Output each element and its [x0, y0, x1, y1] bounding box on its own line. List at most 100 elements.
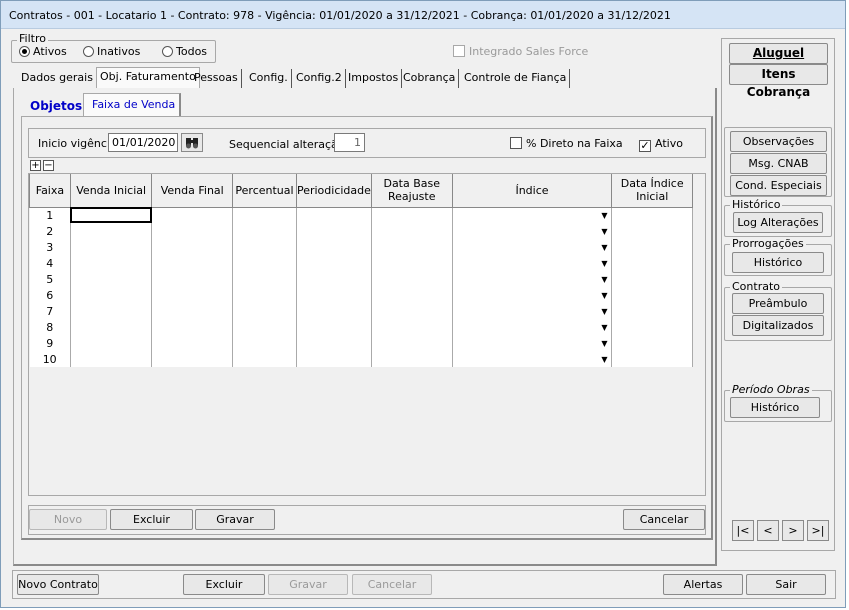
col-data-base-reajuste[interactable]: Data Base Reajuste — [370, 174, 453, 208]
tab-obj-faturamento[interactable]: Obj. Faturamento — [96, 67, 200, 89]
dropdown-arrow-icon[interactable]: ▼ — [597, 208, 611, 222]
grid-cell[interactable] — [70, 271, 153, 287]
grid-cell[interactable] — [296, 255, 372, 271]
tab-pessoas[interactable]: Pessoas — [191, 69, 242, 88]
grid-cell[interactable]: ▼ — [452, 319, 613, 335]
last-record-button[interactable]: >| — [807, 520, 829, 541]
grid-cell[interactable] — [232, 271, 297, 287]
grid-cell[interactable]: ▼ — [452, 223, 613, 239]
gravar-button[interactable]: Gravar — [268, 574, 348, 595]
tab-impostos[interactable]: Impostos — [345, 69, 403, 88]
grid-cell[interactable] — [232, 255, 297, 271]
grid-cell[interactable] — [371, 303, 453, 319]
dropdown-arrow-icon[interactable]: ▼ — [597, 272, 611, 286]
novo-contrato-button[interactable]: Novo Contrato — [17, 574, 99, 595]
dropdown-arrow-icon[interactable]: ▼ — [597, 288, 611, 302]
grid-cell[interactable] — [611, 255, 693, 271]
first-record-button[interactable]: |< — [732, 520, 754, 541]
dropdown-arrow-icon[interactable]: ▼ — [597, 336, 611, 350]
itens-cobranca-button[interactable]: Itens Cobrança — [729, 64, 828, 99]
grid-cell[interactable] — [232, 319, 297, 335]
msg-cnab-button[interactable]: Msg. CNAB — [730, 153, 827, 174]
grid-cell[interactable] — [296, 319, 372, 335]
sales-force-checkbox[interactable]: Integrado Sales Force — [453, 45, 588, 58]
table-row[interactable]: 6 ▼ — [29, 287, 693, 303]
grid-cell[interactable] — [296, 223, 372, 239]
grid-cell[interactable]: ▼ — [452, 303, 613, 319]
grid-cell[interactable] — [611, 335, 693, 351]
grid-cell[interactable] — [296, 287, 372, 303]
col-indice[interactable]: Índice — [451, 174, 613, 208]
grid-cell[interactable] — [151, 335, 234, 351]
table-row[interactable]: 2 ▼ — [29, 223, 693, 239]
grid-cell[interactable]: ▼ — [452, 351, 613, 367]
grid-cell[interactable] — [611, 223, 693, 239]
grid-cell[interactable] — [232, 351, 297, 367]
grid-cell[interactable] — [232, 207, 297, 223]
tab-dados-gerais[interactable]: Dados gerais — [18, 69, 97, 88]
prev-record-button[interactable]: < — [757, 520, 779, 541]
grid-cell[interactable] — [371, 319, 453, 335]
grid-cell[interactable]: ▼ — [452, 335, 613, 351]
dropdown-arrow-icon[interactable]: ▼ — [597, 240, 611, 254]
radio-inativos[interactable]: Inativos — [83, 45, 140, 58]
grid-cell[interactable] — [296, 271, 372, 287]
table-row[interactable]: 8 ▼ — [29, 319, 693, 335]
radio-ativos[interactable]: Ativos — [19, 45, 67, 58]
grid-cell[interactable] — [611, 207, 693, 223]
grid-cell[interactable] — [611, 351, 693, 367]
grid-cell[interactable] — [296, 239, 372, 255]
table-row[interactable]: 5 ▼ — [29, 271, 693, 287]
col-faixa[interactable]: Faixa — [29, 174, 71, 208]
col-percentual[interactable]: Percentual — [232, 174, 297, 208]
grid-cell[interactable] — [371, 287, 453, 303]
grid-cell[interactable] — [70, 255, 153, 271]
table-row[interactable]: 1 ▼ — [29, 207, 693, 223]
grid-cell[interactable] — [232, 287, 297, 303]
grid-cell[interactable] — [296, 207, 372, 223]
grid-cell[interactable] — [70, 223, 153, 239]
grid-cell[interactable] — [151, 207, 234, 223]
grid-cell[interactable] — [70, 351, 153, 367]
grid-cell[interactable] — [151, 255, 234, 271]
col-venda-final[interactable]: Venda Final — [151, 174, 234, 208]
dropdown-arrow-icon[interactable]: ▼ — [597, 224, 611, 238]
ativo-checkbox[interactable]: ✓ Ativo — [639, 137, 683, 152]
grid-cell[interactable] — [611, 271, 693, 287]
grid-cell[interactable] — [232, 223, 297, 239]
preambulo-button[interactable]: Preâmbulo — [732, 293, 824, 314]
grid-cell[interactable] — [232, 239, 297, 255]
cancelar-button[interactable]: Cancelar — [352, 574, 432, 595]
grid-cell[interactable] — [371, 223, 453, 239]
periodo-historico-button[interactable]: Histórico — [730, 397, 820, 418]
subtab-objetos[interactable]: Objetos — [24, 97, 88, 116]
grid-cell[interactable]: ▼ — [452, 207, 613, 223]
grid-cell[interactable] — [70, 319, 153, 335]
grid-cell[interactable] — [232, 303, 297, 319]
grid-cell[interactable]: ▼ — [452, 255, 613, 271]
observacoes-button[interactable]: Observações — [730, 131, 827, 152]
novo-button[interactable]: Novo — [29, 509, 107, 530]
grid-cell[interactable] — [296, 335, 372, 351]
grid-cell[interactable] — [70, 287, 153, 303]
add-row-button[interactable]: + — [30, 160, 41, 171]
grid-cell[interactable] — [70, 303, 153, 319]
grid-cell[interactable] — [296, 303, 372, 319]
dropdown-arrow-icon[interactable]: ▼ — [597, 320, 611, 334]
col-data-indice-inicial[interactable]: Data Índice Inicial — [611, 174, 693, 208]
grid-cell[interactable] — [611, 303, 693, 319]
grid-cell[interactable] — [611, 287, 693, 303]
grid-cell[interactable] — [611, 319, 693, 335]
cancelar-inner-button[interactable]: Cancelar — [623, 509, 705, 530]
grid-cell[interactable] — [151, 239, 234, 255]
grid-cell[interactable]: ▼ — [452, 271, 613, 287]
subtab-faixa-venda[interactable]: Faixa de Venda — [83, 93, 181, 117]
grid-cell[interactable] — [151, 351, 234, 367]
dropdown-arrow-icon[interactable]: ▼ — [597, 304, 611, 318]
table-row[interactable]: 9 ▼ — [29, 335, 693, 351]
grid-cell[interactable]: ▼ — [452, 239, 613, 255]
binoculars-icon[interactable] — [181, 133, 203, 152]
direto-faixa-checkbox[interactable]: % Direto na Faixa — [510, 137, 623, 150]
grid-cell[interactable] — [151, 319, 234, 335]
log-alteracoes-button[interactable]: Log Alterações — [733, 212, 823, 233]
